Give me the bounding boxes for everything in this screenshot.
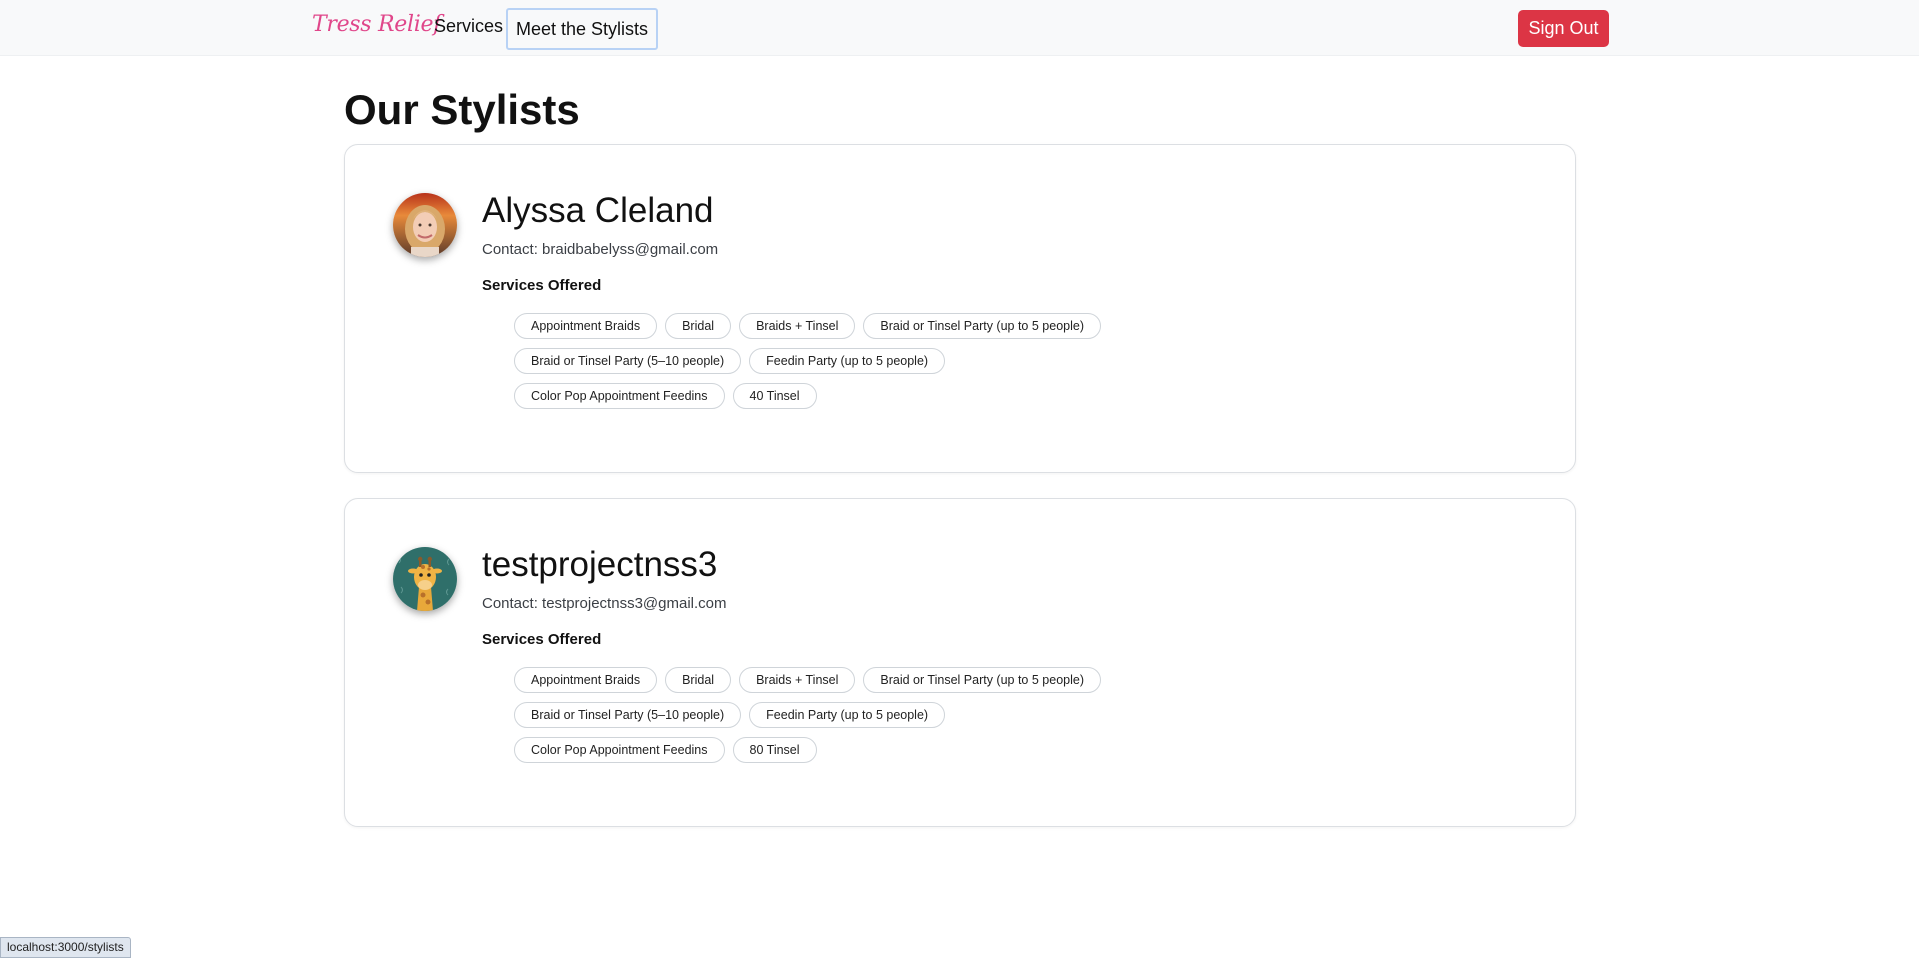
services-tag-list: Appointment Braids Bridal Braids + Tinse… (514, 313, 1234, 418)
nav-link-meet-the-stylists[interactable]: Meet the Stylists (506, 8, 659, 50)
brand-logo-link[interactable]: Tress Relief (312, 12, 441, 37)
service-tag: Appointment Braids (514, 313, 658, 339)
service-tag: 80 Tinsel (732, 737, 817, 763)
service-tag: Color Pop Appointment Feedins (514, 737, 725, 763)
service-tag: Feedin Party (up to 5 people) (749, 702, 946, 728)
service-tag: 40 Tinsel (732, 383, 817, 409)
service-tag: Feedin Party (up to 5 people) (749, 348, 946, 374)
service-tag: Bridal (665, 667, 732, 693)
services-offered-heading: Services Offered (482, 631, 602, 648)
sign-out-button[interactable]: Sign Out (1518, 10, 1609, 47)
service-tag: Braids + Tinsel (739, 667, 856, 693)
stylist-card: Alyssa Cleland Contact: braidbabelyss@gm… (344, 144, 1576, 473)
portrait-photo-icon (393, 193, 457, 257)
nav-link-services[interactable]: Services (434, 16, 503, 37)
service-tag: Color Pop Appointment Feedins (514, 383, 725, 409)
service-tag: Braid or Tinsel Party (up to 5 people) (863, 313, 1101, 339)
services-offered-heading: Services Offered (482, 277, 602, 294)
stylist-name: Alyssa Cleland (482, 191, 714, 230)
page-title: Our Stylists (344, 86, 580, 133)
service-tag: Braid or Tinsel Party (up to 5 people) (863, 667, 1101, 693)
service-tag: Appointment Braids (514, 667, 658, 693)
stylist-card: testprojectnss3 Contact: testprojectnss3… (344, 498, 1576, 827)
stylist-contact: Contact: testprojectnss3@gmail.com (482, 595, 727, 612)
stylist-avatar (393, 547, 457, 611)
giraffe-illustration-icon (393, 547, 457, 611)
top-navbar: Tress Relief Services Meet the Stylists … (0, 0, 1919, 56)
service-tag: Bridal (665, 313, 732, 339)
stylist-contact: Contact: braidbabelyss@gmail.com (482, 241, 719, 258)
service-tag: Braids + Tinsel (739, 313, 856, 339)
stylist-avatar (393, 193, 457, 257)
browser-status-bar-url: localhost:3000/stylists (0, 937, 131, 958)
services-tag-list: Appointment Braids Bridal Braids + Tinse… (514, 667, 1234, 772)
stylist-name: testprojectnss3 (482, 545, 718, 584)
service-tag: Braid or Tinsel Party (5–10 people) (514, 348, 742, 374)
service-tag: Braid or Tinsel Party (5–10 people) (514, 702, 742, 728)
